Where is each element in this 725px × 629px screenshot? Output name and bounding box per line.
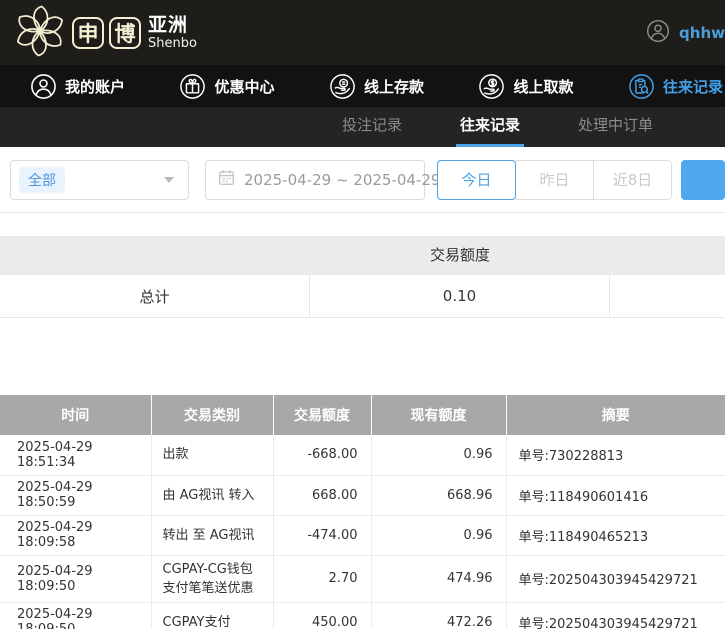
records-header-row: 时间 交易类别 交易额度 现有额度 摘要: [0, 395, 725, 435]
summary-table: 交易额度 总计 0.10: [0, 236, 725, 318]
cell-type: CGPAY支付: [151, 602, 273, 629]
username[interactable]: qhhw: [679, 24, 725, 42]
nav-label: 线上取款: [513, 76, 573, 97]
table-row: 2025-04-29 18:09:50 CGPAY支付 450.00 472.2…: [0, 602, 725, 629]
table-row: 2025-04-29 18:51:34 出款 -668.00 0.96 单号:7…: [0, 435, 725, 475]
logo-char-shen: 申: [72, 17, 104, 49]
records-subnav: 投注记录 往来记录 处理中订单: [0, 107, 725, 147]
tab-transaction-records[interactable]: 往来记录: [456, 107, 524, 147]
cell-balance: 474.96: [371, 555, 506, 602]
main-nav: 我的账户 优惠中心 线上存款: [0, 65, 725, 107]
filter-bar: 全部 2025-04-29 ~ 2025-04-29 今日 昨日 近8日: [0, 147, 725, 213]
cell-memo: 单号:118490465213: [506, 515, 725, 555]
cell-time: 2025-04-29 18:09:58: [0, 515, 151, 555]
logo-subtitle: Shenbo: [148, 36, 197, 51]
cell-amount: 450.00: [273, 602, 371, 629]
cell-time: 2025-04-29 18:50:59: [0, 475, 151, 515]
last-8-days-button[interactable]: 近8日: [593, 160, 672, 200]
user-avatar-icon: [646, 19, 670, 47]
cell-type: 出款: [151, 435, 273, 475]
nav-item-promotions[interactable]: 优惠中心: [179, 73, 274, 100]
cell-balance: 0.96: [371, 515, 506, 555]
nav-label: 我的账户: [65, 76, 125, 97]
nav-item-online-withdraw[interactable]: 线上取款: [478, 73, 573, 100]
table-row: 2025-04-29 18:09:58 转出 至 AG视讯 -474.00 0.…: [0, 515, 725, 555]
cell-amount: -668.00: [273, 435, 371, 475]
deposit-hand-coin-icon: [329, 73, 356, 100]
transaction-type-select[interactable]: 全部: [10, 160, 189, 200]
cell-balance: 0.96: [371, 435, 506, 475]
cell-type: 转出 至 AG视讯: [151, 515, 273, 555]
summary-header-label: 交易额度: [310, 236, 610, 275]
flower-logo-icon: [12, 3, 68, 63]
table-row: 2025-04-29 18:09:50 CGPAY-CG钱包支付笔笔送优惠 2.…: [0, 555, 725, 602]
col-header-memo: 摘要: [506, 395, 725, 435]
withdraw-hand-dollar-icon: [478, 73, 505, 100]
cell-balance: 472.26: [371, 602, 506, 629]
col-header-balance: 现有额度: [371, 395, 506, 435]
cell-amount: 668.00: [273, 475, 371, 515]
tab-betting-records[interactable]: 投注记录: [338, 107, 406, 147]
date-range-input[interactable]: 2025-04-29 ~ 2025-04-29: [205, 160, 425, 200]
brand-header: 申 博 亚洲 Shenbo qhhw: [0, 0, 725, 65]
cell-time: 2025-04-29 18:09:50: [0, 555, 151, 602]
cell-memo: 单号:202504303945429721: [506, 602, 725, 629]
cell-amount: 2.70: [273, 555, 371, 602]
quick-date-buttons: 今日 昨日 近8日: [437, 160, 672, 200]
search-button[interactable]: [681, 160, 725, 200]
col-header-time: 时间: [0, 395, 151, 435]
cell-memo: 单号:118490601416: [506, 475, 725, 515]
nav-item-online-deposit[interactable]: 线上存款: [329, 73, 424, 100]
cell-memo: 单号:730228813: [506, 435, 725, 475]
nav-label: 优惠中心: [214, 76, 274, 97]
cell-type: CGPAY-CG钱包支付笔笔送优惠: [151, 555, 273, 602]
selected-type-chip[interactable]: 全部: [19, 167, 65, 193]
logo-region-text: 亚洲: [148, 15, 197, 36]
records-table: 时间 交易类别 交易额度 现有额度 摘要 2025-04-29 18:51:34…: [0, 395, 725, 629]
logo-wordmark: 亚洲 Shenbo: [148, 15, 197, 51]
calendar-icon: [218, 169, 235, 190]
cell-time: 2025-04-29 18:51:34: [0, 435, 151, 475]
nav-label: 往来记录: [663, 76, 723, 97]
date-range-value: 2025-04-29 ~ 2025-04-29: [244, 171, 440, 189]
cell-type: 由 AG视讯 转入: [151, 475, 273, 515]
summary-total-row: 总计 0.10: [0, 275, 725, 318]
nav-label: 线上存款: [364, 76, 424, 97]
summary-total-value: 0.10: [310, 275, 610, 317]
cell-time: 2025-04-29 18:09:50: [0, 602, 151, 629]
col-header-type: 交易类别: [151, 395, 273, 435]
records-clipboard-icon: [628, 73, 655, 100]
tab-pending-orders[interactable]: 处理中订单: [574, 107, 657, 147]
nav-item-transaction-records[interactable]: 往来记录: [628, 73, 723, 100]
summary-empty-cell: [610, 275, 725, 317]
user-menu[interactable]: qhhw: [646, 19, 725, 47]
yesterday-button[interactable]: 昨日: [515, 160, 594, 200]
account-icon: [30, 73, 57, 100]
col-header-amount: 交易额度: [273, 395, 371, 435]
logo-char-bo: 博: [109, 17, 141, 49]
summary-total-label: 总计: [0, 275, 310, 317]
nav-item-my-account[interactable]: 我的账户: [30, 73, 125, 100]
promo-gift-icon: [179, 73, 206, 100]
chevron-down-icon: [164, 177, 174, 183]
cell-amount: -474.00: [273, 515, 371, 555]
today-button[interactable]: 今日: [437, 160, 516, 200]
table-row: 2025-04-29 18:50:59 由 AG视讯 转入 668.00 668…: [0, 475, 725, 515]
cell-balance: 668.96: [371, 475, 506, 515]
summary-header-row: 交易额度: [0, 236, 725, 275]
cell-memo: 单号:202504303945429721: [506, 555, 725, 602]
